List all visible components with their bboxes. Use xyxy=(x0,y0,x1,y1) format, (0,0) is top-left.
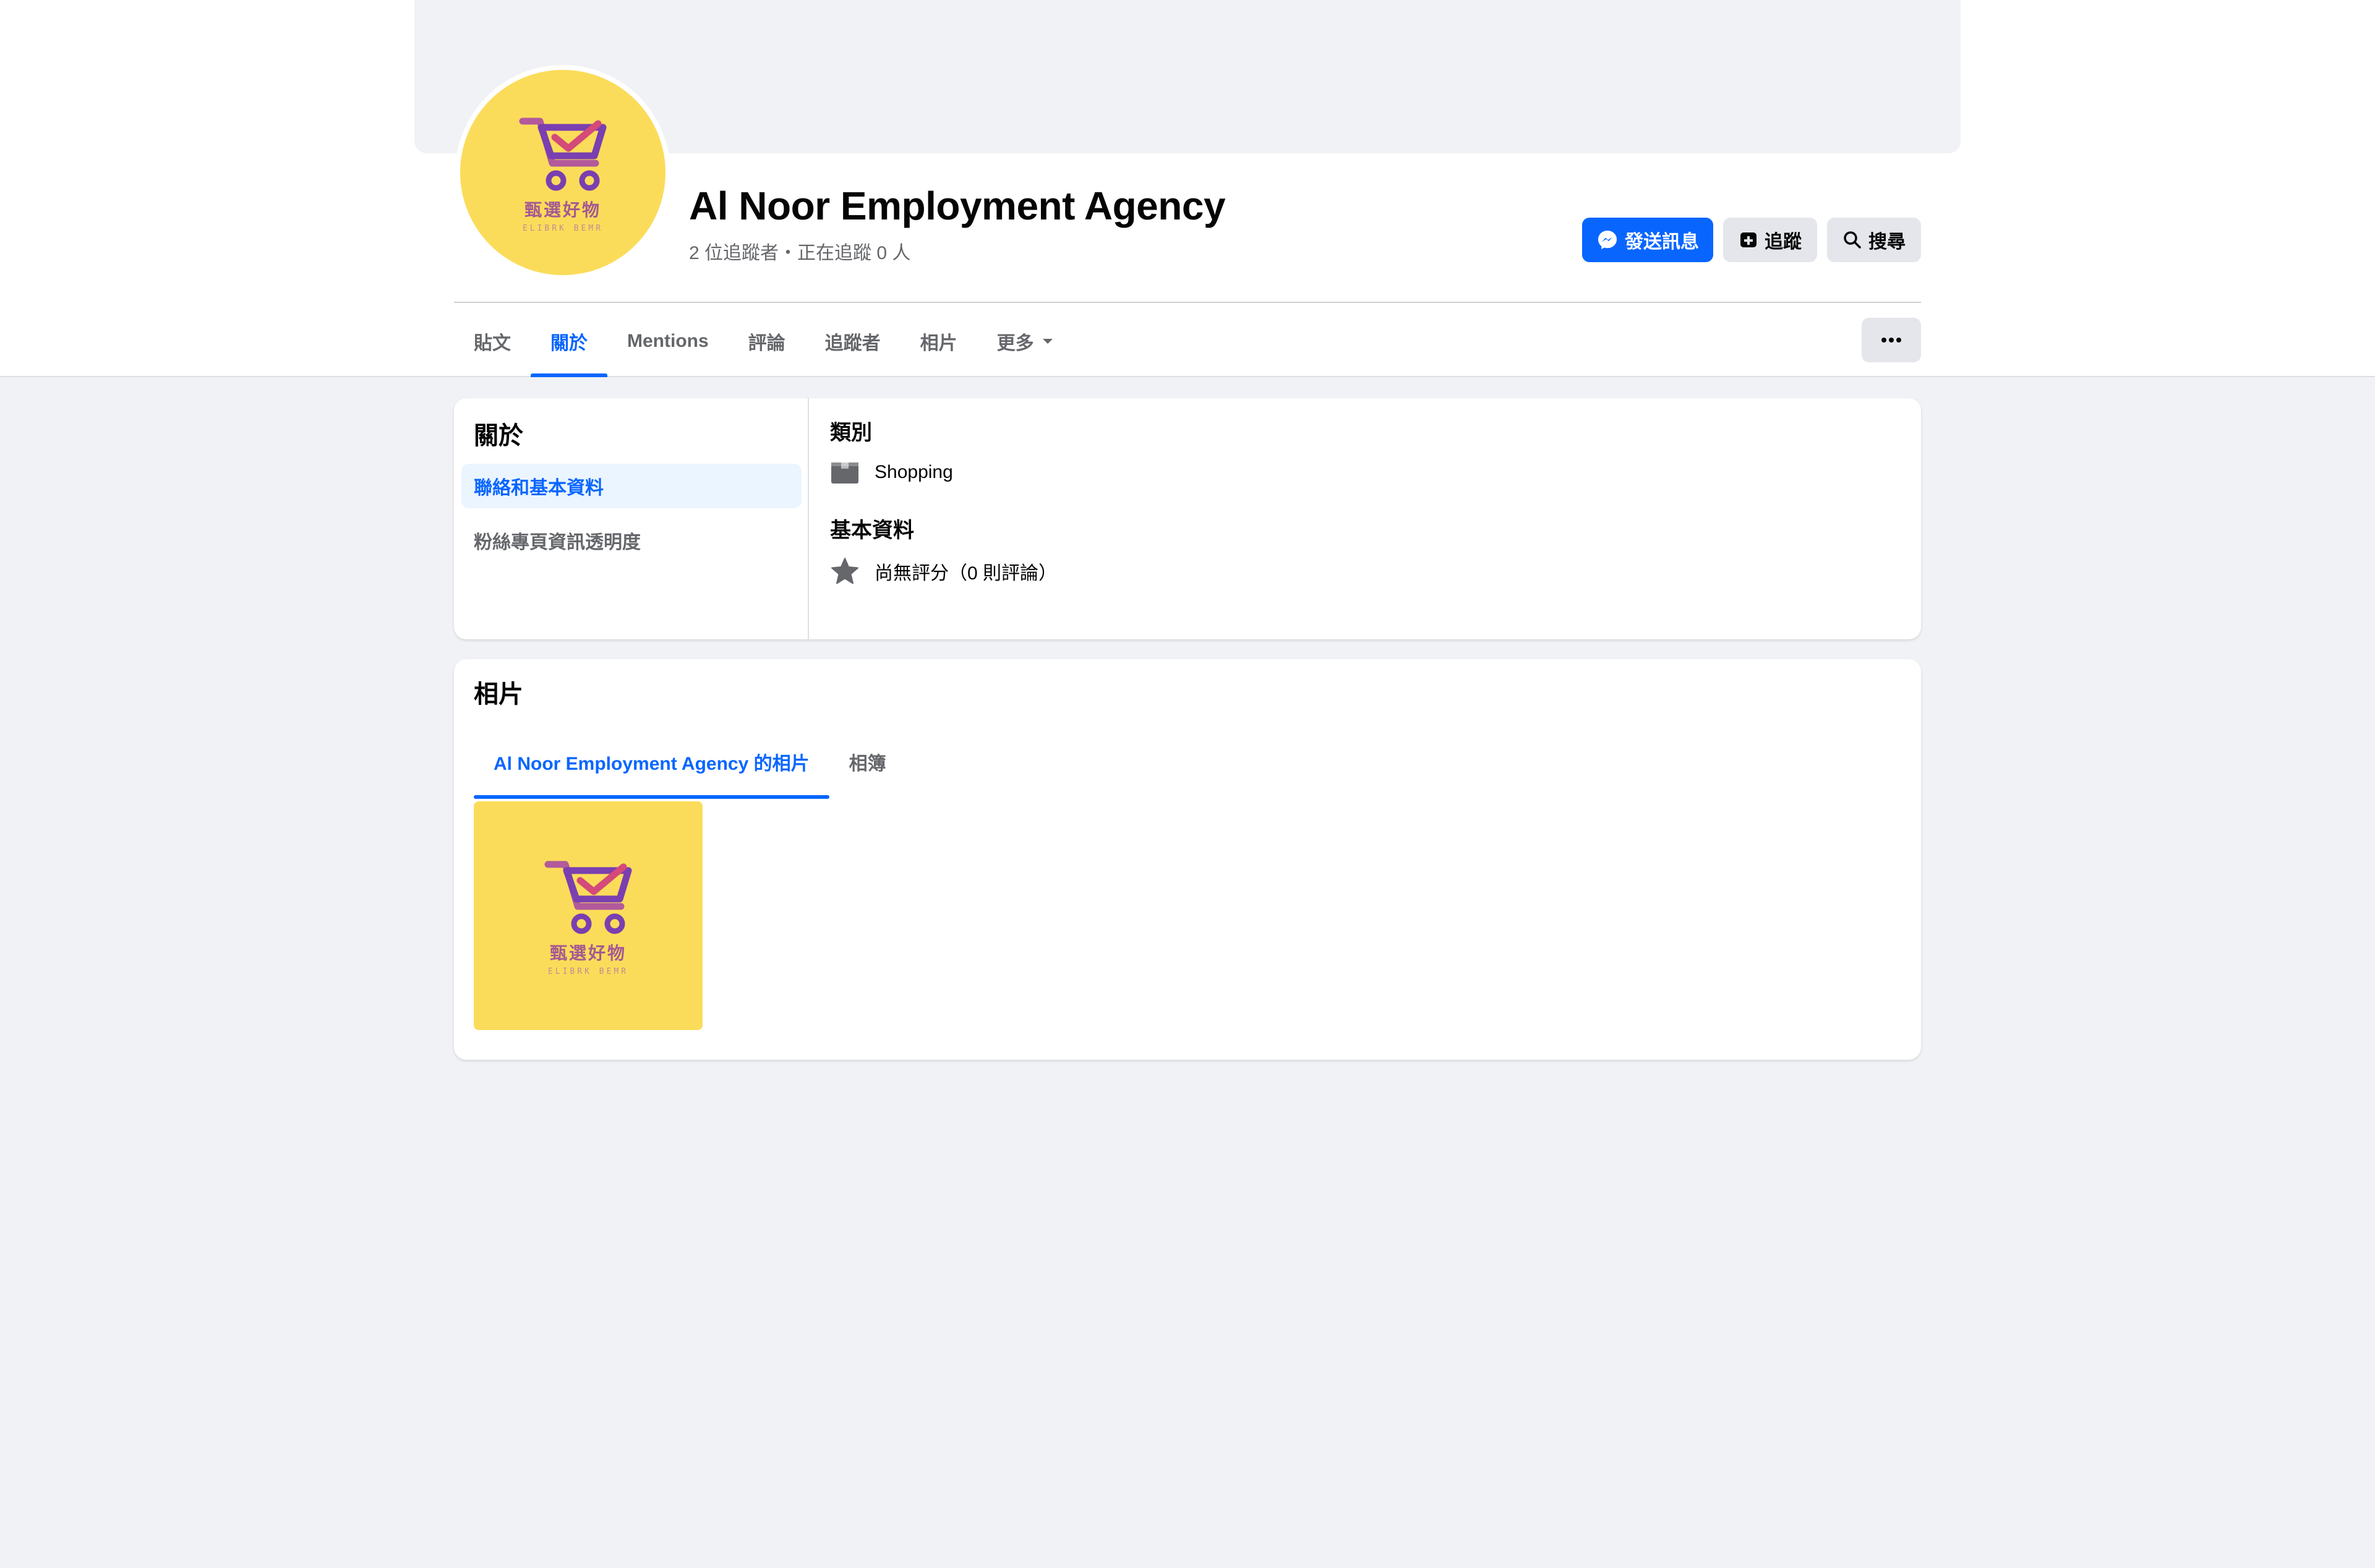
profile-picture[interactable]: 甄選好物 ELIBRK BEMR xyxy=(455,65,670,280)
tab-photos[interactable]: 相片 xyxy=(901,305,977,377)
category-icon xyxy=(831,462,858,484)
tab-label: Mentions xyxy=(627,331,709,351)
logo: 甄選好物 ELIBRK BEMR xyxy=(460,70,665,275)
tab-label: 評論 xyxy=(748,333,785,354)
star-icon xyxy=(831,558,858,584)
about-sidebar: 關於 聯絡和基本資料 粉絲專頁資訊透明度 xyxy=(454,398,809,639)
search-button[interactable]: 搜尋 xyxy=(1827,218,1921,262)
basic-info-heading: 基本資料 xyxy=(830,519,914,542)
send-message-label: 發送訊息 xyxy=(1625,232,1699,252)
photos-tab-label: 相簿 xyxy=(849,754,886,774)
photos-card: 相片 Al Noor Employment Agency 的相片 相簿 甄選好物… xyxy=(454,659,1921,1060)
search-icon xyxy=(1844,231,1861,249)
header-actions: 發送訊息 追蹤 搜尋 xyxy=(1582,218,1921,262)
tab-albums[interactable]: 相簿 xyxy=(829,731,906,793)
about-nav-page-transparency[interactable]: 粉絲專頁資訊透明度 xyxy=(461,518,802,563)
tab-label: 貼文 xyxy=(474,333,511,354)
category-row: Shopping xyxy=(830,460,953,485)
logo-subtext: ELIBRK BEMR xyxy=(547,966,629,976)
tab-posts[interactable]: 貼文 xyxy=(454,305,531,377)
about-nav-contact-basic-info[interactable]: 聯絡和基本資料 xyxy=(461,464,802,508)
tab-more[interactable]: 更多 xyxy=(977,305,1074,377)
photos-title: 相片 xyxy=(474,681,523,708)
tab-mentions[interactable]: Mentions xyxy=(607,305,729,377)
page-tabs: 貼文 關於 Mentions 評論 追蹤者 相片 更多 xyxy=(454,305,1074,377)
rating-row: 尚無評分（0 則評論） xyxy=(830,556,1057,586)
tab-reviews[interactable]: 評論 xyxy=(729,305,805,377)
search-label: 搜尋 xyxy=(1868,232,1906,252)
follow-label: 追蹤 xyxy=(1765,232,1802,252)
follow-icon xyxy=(1740,232,1757,247)
tab-label: 關於 xyxy=(550,333,588,354)
about-nav-label: 聯絡和基本資料 xyxy=(474,478,604,498)
rating-value: 尚無評分（0 則評論） xyxy=(875,563,1058,584)
caret-down-icon xyxy=(1042,339,1053,344)
logo-text: 甄選好物 xyxy=(549,942,627,963)
header-divider xyxy=(454,302,1921,303)
tab-label: 相片 xyxy=(920,333,957,354)
follow-button[interactable]: 追蹤 xyxy=(1723,218,1817,262)
about-nav-label: 粉絲專頁資訊透明度 xyxy=(474,532,641,553)
about-title: 關於 xyxy=(474,422,523,450)
category-heading: 類別 xyxy=(830,421,872,445)
tab-label: 追蹤者 xyxy=(824,333,881,354)
more-horizontal-icon xyxy=(1881,338,1901,343)
category-value[interactable]: Shopping xyxy=(875,462,953,483)
send-message-button[interactable]: 發送訊息 xyxy=(1582,218,1713,262)
page-title: Al Noor Employment Agency xyxy=(689,184,1226,228)
shopping-cart-icon xyxy=(519,117,607,190)
photo-thumbnail[interactable]: 甄選好物 ELIBRK BEMR xyxy=(474,801,703,1030)
about-content: 類別 Shopping 基本資料 尚無評分（0 則評論） xyxy=(809,398,1921,639)
shopping-cart-icon xyxy=(544,861,632,934)
follower-stats[interactable]: 2 位追蹤者・正在追蹤 0 人 xyxy=(689,237,910,265)
messenger-icon xyxy=(1598,231,1617,249)
tab-about[interactable]: 關於 xyxy=(531,305,607,377)
logo-subtext: ELIBRK BEMR xyxy=(522,223,604,233)
photos-tab-label: Al Noor Employment Agency 的相片 xyxy=(494,754,810,774)
tab-followers[interactable]: 追蹤者 xyxy=(805,305,901,377)
photos-tabs: Al Noor Employment Agency 的相片 相簿 xyxy=(474,731,906,799)
more-options-button[interactable] xyxy=(1862,318,1921,362)
tab-page-photos[interactable]: Al Noor Employment Agency 的相片 xyxy=(474,731,829,799)
logo-text: 甄選好物 xyxy=(524,199,601,220)
about-card: 關於 聯絡和基本資料 粉絲專頁資訊透明度 類別 Shopping 基本資料 尚無… xyxy=(454,398,1921,639)
tab-label: 更多 xyxy=(996,333,1034,354)
